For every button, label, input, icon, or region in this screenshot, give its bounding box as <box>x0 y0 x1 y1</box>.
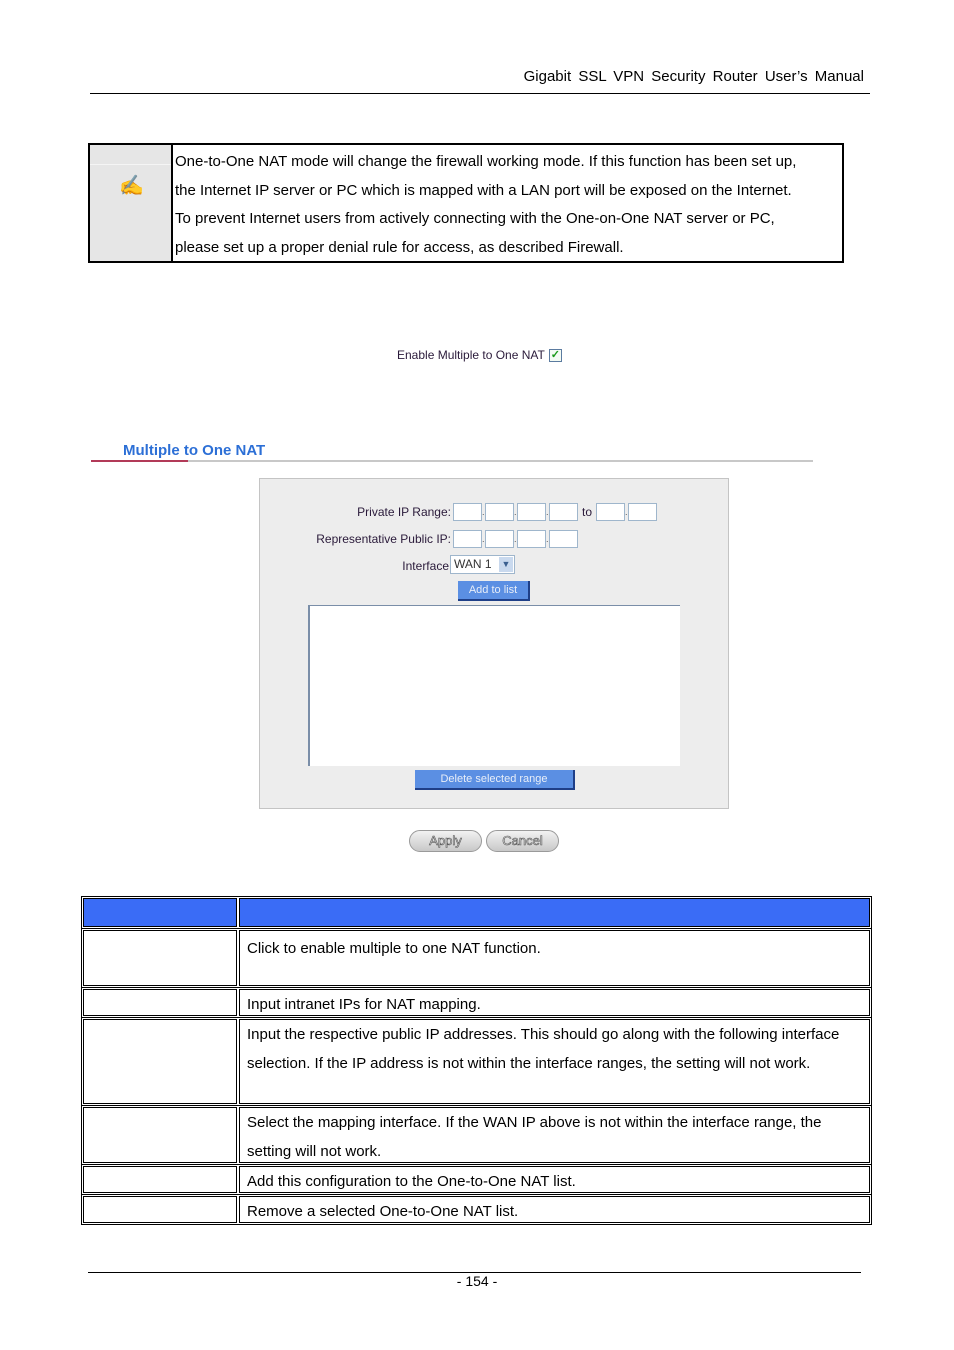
note-line: To prevent Internet users from actively … <box>175 210 775 228</box>
interface-value: WAN 1 <box>454 557 492 571</box>
table-cell-name <box>83 1166 237 1193</box>
note-line: the Internet IP server or PC which is ma… <box>175 181 792 199</box>
public-ip-row: Representative Public IP: . . . <box>260 530 578 548</box>
table-row: Remove a selected One-to-One NAT list. <box>82 1194 871 1224</box>
description-table: Click to enable multiple to one NAT func… <box>81 896 872 1225</box>
page-header: Gigabit SSL VPN Security Router User’s M… <box>523 68 864 85</box>
table-row: Input intranet IPs for NAT mapping. <box>82 987 871 1017</box>
note-line: One-to-One NAT mode will change the fire… <box>175 153 797 170</box>
table-cell-name <box>83 989 237 1016</box>
table-cell-desc: Click to enable multiple to one NAT func… <box>239 930 870 986</box>
header-cell <box>83 898 237 927</box>
section-title: Multiple to One NAT <box>123 442 266 459</box>
to-label: to <box>582 505 593 519</box>
table-cell-name <box>83 1107 237 1163</box>
section-rule <box>91 460 813 462</box>
apply-button[interactable]: Apply <box>409 830 482 852</box>
private-ip-start-octet-1[interactable] <box>453 503 482 521</box>
enable-label: Enable Multiple to One NAT <box>397 348 545 362</box>
interface-label: Interface <box>402 559 449 573</box>
nat-range-list[interactable] <box>308 605 680 766</box>
private-ip-row: Private IP Range: . . . to . <box>260 503 658 521</box>
nat-form-panel: Private IP Range: . . . to . Representat… <box>259 478 729 809</box>
table-cell-desc: Input the respective public IP addresses… <box>239 1019 870 1104</box>
manual-page: Gigabit SSL VPN Security Router User’s M… <box>0 0 954 1350</box>
public-ip-octet-4[interactable] <box>549 530 578 548</box>
public-ip-octet-2[interactable] <box>485 530 514 548</box>
private-ip-start-octet-3[interactable] <box>517 503 546 521</box>
private-ip-start-octet-2[interactable] <box>485 503 514 521</box>
public-ip-octet-3[interactable] <box>517 530 546 548</box>
note-text: One-to-One NAT mode will change the fire… <box>173 145 796 261</box>
note-icon-cell: ✍ <box>90 145 173 261</box>
table-cell-name <box>83 1196 237 1223</box>
add-to-list-button[interactable]: Add to list <box>458 581 530 601</box>
public-ip-octet-1[interactable] <box>453 530 482 548</box>
private-ip-label: Private IP Range: <box>357 505 451 519</box>
public-ip-label: Representative Public IP: <box>316 532 451 546</box>
table-cell-name <box>83 1019 237 1104</box>
private-ip-end-octet-2[interactable] <box>628 503 658 521</box>
cancel-button[interactable]: Cancel <box>486 830 559 852</box>
table-row: Select the mapping interface. If the WAN… <box>82 1105 871 1164</box>
table-row: Input the respective public IP addresses… <box>82 1017 871 1105</box>
table-cell-desc: Add this configuration to the One-to-One… <box>239 1166 870 1193</box>
page-number: - 154 - <box>456 1273 498 1289</box>
header-rule <box>90 93 870 94</box>
table-header <box>82 897 871 928</box>
writing-hand-icon: ✍ <box>119 175 144 197</box>
interface-select[interactable]: WAN 1 ▼ <box>450 555 515 574</box>
chevron-down-icon: ▼ <box>499 557 513 572</box>
note-line: please set up a proper denial rule for a… <box>175 239 624 257</box>
table-row: Click to enable multiple to one NAT func… <box>82 928 871 987</box>
table-cell-name <box>83 930 237 986</box>
enable-row: Enable Multiple to One NAT ✓ <box>397 348 562 362</box>
table-row: Add this configuration to the One-to-One… <box>82 1164 871 1194</box>
private-ip-end-octet-1[interactable] <box>596 503 626 521</box>
note-box: ✍ One-to-One NAT mode will change the fi… <box>88 143 844 263</box>
header-cell <box>239 898 870 927</box>
table-cell-desc: Input intranet IPs for NAT mapping. <box>239 989 870 1016</box>
delete-selected-range-button[interactable]: Delete selected range <box>415 770 575 790</box>
enable-checkbox[interactable]: ✓ <box>548 348 562 362</box>
table-cell-desc: Select the mapping interface. If the WAN… <box>239 1107 870 1163</box>
table-cell-desc: Remove a selected One-to-One NAT list. <box>239 1196 870 1223</box>
private-ip-start-octet-4[interactable] <box>549 503 578 521</box>
section-rule-accent <box>91 460 188 462</box>
